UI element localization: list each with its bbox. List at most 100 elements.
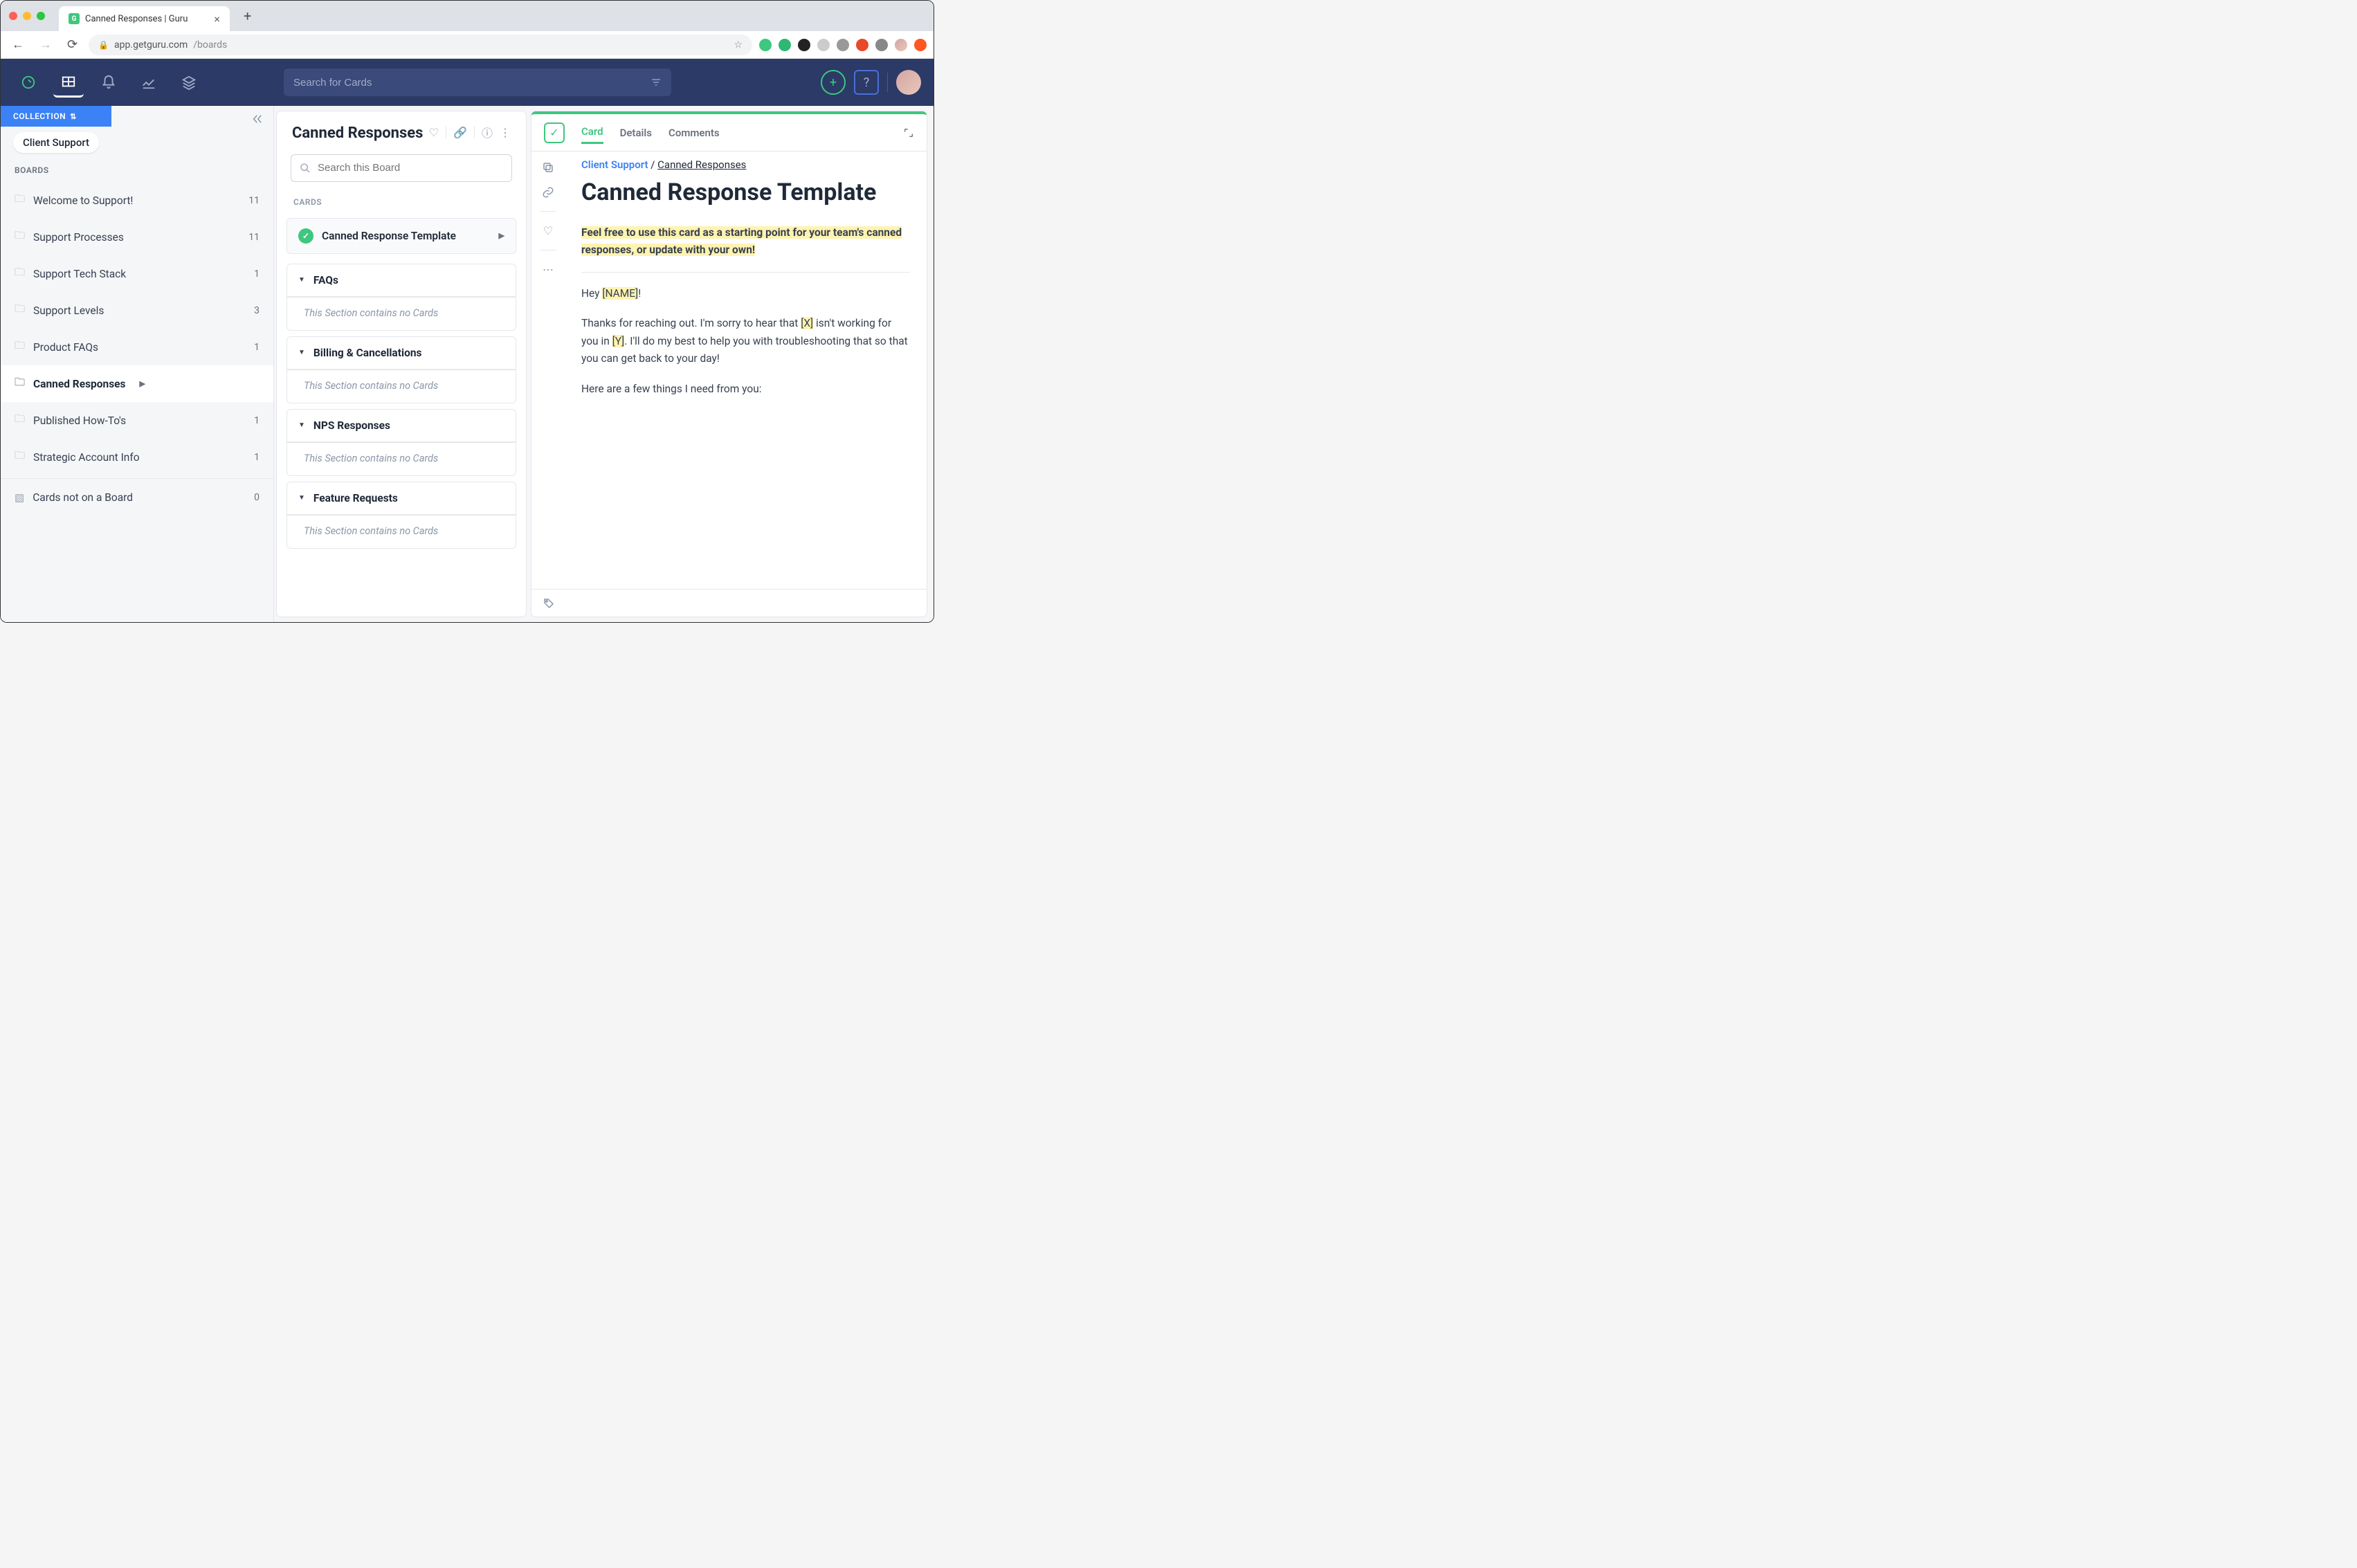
card-content: Client Support / Canned Responses Canned… [565, 152, 927, 589]
collapse-sidebar-icon[interactable] [251, 113, 264, 125]
layers-icon[interactable] [174, 67, 204, 98]
board-count: 11 [248, 232, 260, 243]
ext-icon[interactable] [837, 39, 849, 51]
new-tab-button[interactable]: + [244, 8, 251, 24]
breadcrumb-board[interactable]: Canned Responses [657, 158, 746, 171]
search-icon [300, 163, 311, 174]
board-item-active[interactable]: 🗀 Canned Responses ▶ [1, 365, 273, 402]
collection-name[interactable]: Client Support [13, 132, 99, 153]
collection-label: COLLECTION [13, 111, 66, 121]
board-item[interactable]: 🗀 Support Processes 11 [1, 219, 273, 255]
boards-nav-icon[interactable] [53, 67, 84, 98]
tag-icon[interactable] [543, 597, 555, 610]
board-item[interactable]: 🗀 Support Tech Stack 1 [1, 255, 273, 292]
sidebar: COLLECTION ⇅ Client Support BOARDS 🗀 Wel… [1, 106, 274, 622]
section-title: FAQs [313, 274, 338, 286]
board-label: Support Levels [33, 304, 104, 317]
divider [887, 73, 888, 92]
tab-card[interactable]: Card [581, 121, 603, 144]
expand-icon[interactable] [903, 127, 914, 138]
ext-icon[interactable] [914, 39, 927, 51]
card-footer [531, 589, 927, 617]
ext-icon[interactable] [856, 39, 868, 51]
chevron-right-icon: ▶ [140, 379, 145, 388]
search-cards[interactable] [284, 69, 671, 96]
body-paragraph: Thanks for reaching out. I'm sorry to he… [581, 315, 910, 368]
minimize-window[interactable] [23, 12, 31, 20]
ext-icon[interactable] [817, 39, 830, 51]
board-item[interactable]: 🗀 Product FAQs 1 [1, 329, 273, 365]
analytics-icon[interactable] [134, 67, 164, 98]
folder-icon: 🗀 [15, 412, 25, 429]
folder-icon: 🗀 [15, 265, 25, 282]
ext-icon[interactable] [798, 39, 810, 51]
board-item[interactable]: 🗀 Support Levels 3 [1, 292, 273, 329]
board-item[interactable]: 🗀 Welcome to Support! 11 [1, 182, 273, 219]
board-item[interactable]: 🗀 Strategic Account Info 1 [1, 439, 273, 475]
browser-titlebar: G Canned Responses | Guru × + [1, 1, 934, 31]
copy-icon[interactable] [542, 161, 554, 174]
guru-logo-icon[interactable] [13, 67, 44, 98]
info-icon[interactable]: ⓘ [482, 124, 493, 140]
maximize-window[interactable] [37, 12, 45, 20]
link-icon[interactable]: 🔗 [453, 126, 467, 139]
board-count: 3 [254, 305, 260, 316]
board-label: Support Processes [33, 231, 124, 244]
section-toggle[interactable]: ▼ Feature Requests [287, 482, 516, 515]
favorite-icon[interactable]: ♡ [543, 224, 553, 237]
guru-favicon: G [69, 13, 80, 24]
cards-not-on-board[interactable]: ▧ Cards not on a Board 0 [1, 482, 273, 513]
favorite-icon[interactable]: ♡ [429, 126, 439, 139]
section-title: Billing & Cancellations [313, 347, 422, 359]
section-toggle[interactable]: ▼ NPS Responses [287, 410, 516, 442]
star-icon[interactable]: ☆ [734, 39, 743, 51]
more-icon[interactable]: ⋯ [543, 263, 554, 276]
section: ▼ NPS Responses This Section contains no… [286, 409, 516, 476]
lock-icon: 🔒 [98, 40, 109, 50]
forward-button[interactable]: → [35, 35, 56, 55]
board-label: Canned Responses [33, 378, 125, 390]
add-button[interactable]: + [821, 70, 846, 95]
ext-icon[interactable] [779, 39, 791, 51]
search-input[interactable] [293, 77, 650, 89]
card-item[interactable]: ✓ Canned Response Template ▶ [286, 218, 516, 254]
back-button[interactable]: ← [8, 35, 28, 55]
user-avatar[interactable] [896, 70, 921, 95]
ext-icon[interactable] [875, 39, 888, 51]
triangle-down-icon: ▼ [298, 421, 305, 429]
tab-details[interactable]: Details [620, 122, 652, 143]
close-window[interactable] [9, 12, 17, 20]
folder-icon: 🗀 [15, 302, 25, 319]
help-button[interactable]: ? [854, 70, 879, 95]
triangle-down-icon: ▼ [298, 349, 305, 356]
link-icon[interactable] [542, 186, 554, 199]
board-count: 1 [254, 452, 260, 463]
board-label: Welcome to Support! [33, 194, 133, 207]
ext-guru-icon[interactable] [759, 39, 772, 51]
more-icon[interactable]: ⋮ [500, 126, 511, 139]
filter-icon[interactable] [650, 77, 662, 88]
reload-button[interactable]: ⟳ [63, 35, 82, 55]
chevron-right-icon: ▶ [499, 231, 504, 240]
profile-avatar[interactable] [895, 39, 907, 51]
section-toggle[interactable]: ▼ Billing & Cancellations [287, 337, 516, 370]
close-tab-icon[interactable]: × [214, 12, 220, 26]
cards-heading: CARDS [277, 186, 526, 214]
board-label: Published How-To's [33, 414, 126, 427]
board-title: Canned Responses [292, 124, 423, 143]
chevron-updown-icon: ⇅ [70, 112, 77, 121]
tab-comments[interactable]: Comments [668, 122, 720, 143]
verified-badge-icon[interactable]: ✓ [544, 122, 565, 143]
notifications-icon[interactable] [93, 67, 124, 98]
board-count: 1 [254, 342, 260, 353]
board-search[interactable] [291, 154, 512, 182]
greeting: Hey [NAME]! [581, 285, 910, 303]
board-count: 0 [254, 492, 260, 503]
browser-tab[interactable]: G Canned Responses | Guru × [59, 6, 230, 31]
breadcrumb-collection[interactable]: Client Support [581, 158, 648, 171]
address-bar[interactable]: 🔒 app.getguru.com/boards ☆ [89, 35, 752, 55]
board-search-input[interactable] [318, 162, 503, 174]
section-toggle[interactable]: ▼ FAQs [287, 264, 516, 297]
board-item[interactable]: 🗀 Published How-To's 1 [1, 402, 273, 439]
collection-selector[interactable]: COLLECTION ⇅ [1, 106, 111, 127]
